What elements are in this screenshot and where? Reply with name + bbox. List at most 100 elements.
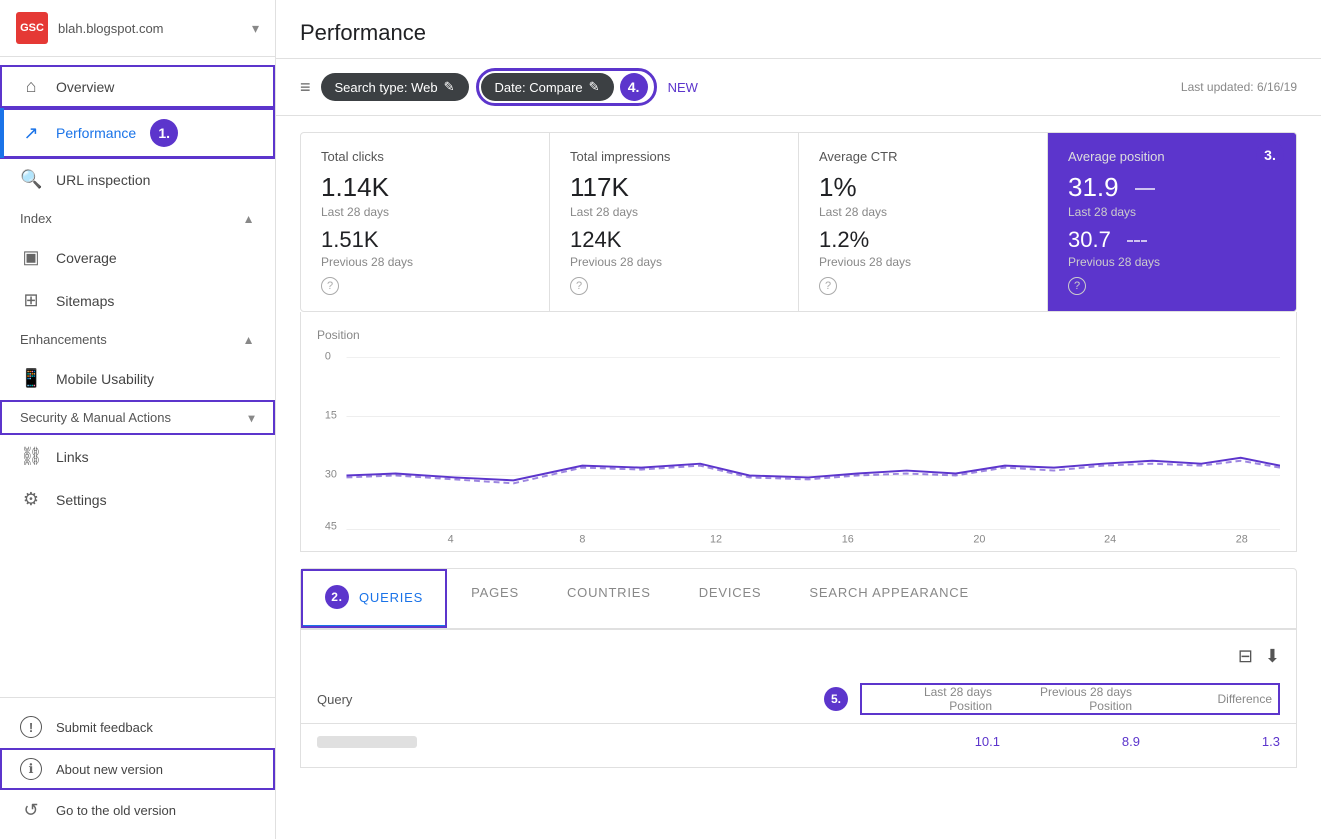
sidebar-item-label: Overview bbox=[56, 79, 114, 95]
sidebar-item-url-inspection[interactable]: 🔍 URL inspection bbox=[0, 158, 275, 201]
metric-total-clicks[interactable]: Total clicks 1.14K Last 28 days 1.51K Pr… bbox=[301, 133, 550, 311]
old-version-icon: ↺ bbox=[20, 800, 42, 821]
sidebar-item-label: Links bbox=[56, 449, 89, 465]
sidebar-item-settings[interactable]: ⚙ Settings bbox=[0, 478, 275, 521]
chart-area: Position 0 15 30 45 4 8 12 16 20 24 28 bbox=[300, 312, 1297, 552]
col-header-diff: Difference bbox=[1140, 690, 1280, 708]
sidebar-item-links[interactable]: ⛓ Links bbox=[0, 435, 275, 478]
question-icon[interactable]: ? bbox=[819, 277, 837, 295]
filter-columns-button[interactable]: ⊟ bbox=[1238, 646, 1253, 667]
prev28-position: 8.9 bbox=[1000, 734, 1140, 749]
metric-label: Total clicks bbox=[321, 149, 529, 164]
metric-compare-value: 1.51K bbox=[321, 227, 529, 253]
sidebar-section-enhancements[interactable]: Enhancements ▲ bbox=[0, 322, 275, 357]
tab-label: QUERIES bbox=[359, 590, 423, 605]
step-badge-5: 5. bbox=[824, 687, 848, 711]
sidebar-item-overview[interactable]: ⌂ Overview bbox=[0, 65, 275, 108]
metric-label: Total impressions bbox=[570, 149, 778, 164]
sidebar-item-sitemaps[interactable]: ⊞ Sitemaps bbox=[0, 279, 275, 322]
sidebar-item-label: About new version bbox=[56, 762, 163, 777]
tab-countries[interactable]: COUNTRIES bbox=[543, 569, 675, 628]
last28-position: 10.1 bbox=[860, 734, 1000, 749]
mobile-icon: 📱 bbox=[20, 368, 42, 389]
query-cell bbox=[317, 736, 860, 748]
new-badge: NEW bbox=[668, 80, 698, 95]
trending-icon: ↗ bbox=[20, 123, 42, 144]
table-header: Query 5. Last 28 days Position Previous … bbox=[301, 675, 1296, 724]
sidebar-item-submit-feedback[interactable]: ! Submit feedback bbox=[0, 706, 275, 748]
sidebar-logo[interactable]: GSC blah.blogspot.com ▾ bbox=[0, 0, 275, 57]
svg-text:15: 15 bbox=[325, 409, 337, 421]
step-badge-3: 3. bbox=[1256, 141, 1284, 169]
sidebar-chevron-icon[interactable]: ▾ bbox=[252, 20, 259, 37]
sidebar-item-coverage[interactable]: ▣ Coverage bbox=[0, 236, 275, 279]
question-icon[interactable]: ? bbox=[321, 277, 339, 295]
sidebar: GSC blah.blogspot.com ▾ ⌂ Overview ↗ Per… bbox=[0, 0, 276, 839]
filter-icon: ≡ bbox=[300, 77, 311, 98]
sidebar-section-index[interactable]: Index ▲ bbox=[0, 201, 275, 236]
metric-value: 31.9 bbox=[1068, 172, 1119, 203]
tab-label: DEVICES bbox=[699, 585, 762, 600]
search-type-button[interactable]: Search type: Web ✎ bbox=[321, 73, 469, 101]
metric-period: Last 28 days bbox=[1068, 205, 1276, 219]
sidebar-item-label: Sitemaps bbox=[56, 293, 114, 309]
difference: 1.3 bbox=[1140, 734, 1280, 749]
metric-average-ctr[interactable]: Average CTR 1% Last 28 days 1.2% Previou… bbox=[799, 133, 1048, 311]
metric-label: Average position bbox=[1068, 149, 1276, 164]
sidebar-item-label: Go to the old version bbox=[56, 803, 176, 818]
sidebar-item-mobile-usability[interactable]: 📱 Mobile Usability bbox=[0, 357, 275, 400]
sidebar-nav: ⌂ Overview ↗ Performance 1. 🔍 URL inspec… bbox=[0, 57, 275, 697]
sidebar-item-label: Mobile Usability bbox=[56, 371, 154, 387]
sidebar-item-label: Submit feedback bbox=[56, 720, 153, 735]
dashed-dash-icon bbox=[1127, 240, 1147, 242]
performance-chart: 0 15 30 45 4 8 12 16 20 24 28 bbox=[317, 346, 1280, 546]
tab-label: PAGES bbox=[471, 585, 519, 600]
main-content: Performance ≡ Search type: Web ✎ Date: C… bbox=[276, 0, 1321, 839]
question-icon[interactable]: ? bbox=[570, 277, 588, 295]
date-compare-label: Date: Compare bbox=[495, 80, 583, 95]
tab-devices[interactable]: DEVICES bbox=[675, 569, 786, 628]
date-compare-wrapper: Date: Compare ✎ 4. bbox=[479, 71, 654, 103]
metric-average-position[interactable]: 3. Average position 31.9 Last 28 days 30… bbox=[1048, 133, 1296, 311]
metric-period: Last 28 days bbox=[321, 205, 529, 219]
tab-search-appearance[interactable]: SEARCH APPEARANCE bbox=[785, 569, 993, 628]
tab-label: COUNTRIES bbox=[567, 585, 651, 600]
sidebar-item-label: Performance bbox=[56, 125, 136, 141]
links-icon: ⛓ bbox=[20, 446, 42, 467]
tabs-section: 2. QUERIES PAGES COUNTRIES DEVICES SEARC… bbox=[300, 568, 1297, 630]
expand-icon: ▾ bbox=[248, 411, 255, 425]
sidebar-item-label: Coverage bbox=[56, 250, 117, 266]
main-header: Performance bbox=[276, 0, 1321, 59]
query-text-placeholder bbox=[317, 736, 417, 748]
svg-text:0: 0 bbox=[325, 351, 331, 363]
svg-text:12: 12 bbox=[710, 533, 722, 545]
toolbar: ≡ Search type: Web ✎ Date: Compare ✎ 4. … bbox=[276, 59, 1321, 116]
metric-total-impressions[interactable]: Total impressions 117K Last 28 days 124K… bbox=[550, 133, 799, 311]
dash-icon bbox=[1135, 188, 1155, 190]
sidebar-bottom: ! Submit feedback ℹ About new version ↺ … bbox=[0, 697, 275, 839]
last-updated: Last updated: 6/16/19 bbox=[1181, 80, 1297, 94]
sidebar-item-label: URL inspection bbox=[56, 172, 150, 188]
logo-icon: GSC bbox=[16, 12, 48, 44]
tab-queries[interactable]: 2. QUERIES bbox=[301, 569, 447, 628]
sidebar-item-performance[interactable]: ↗ Performance 1. bbox=[0, 108, 275, 158]
sidebar-item-about-new-version[interactable]: ℹ About new version bbox=[0, 748, 275, 790]
filter-button[interactable]: ≡ bbox=[300, 77, 311, 98]
page-title: Performance bbox=[300, 20, 426, 46]
date-compare-button[interactable]: Date: Compare ✎ bbox=[481, 73, 614, 101]
sidebar-section-security[interactable]: Security & Manual Actions ▾ bbox=[0, 400, 275, 435]
step-badge-1: 1. bbox=[150, 119, 178, 147]
tab-pages[interactable]: PAGES bbox=[447, 569, 543, 628]
download-button[interactable]: ⬇ bbox=[1265, 646, 1280, 667]
table-area: ⊟ ⬇ Query 5. Last 28 days Position Previ… bbox=[300, 630, 1297, 768]
metric-compare-value: 124K bbox=[570, 227, 778, 253]
svg-text:20: 20 bbox=[973, 533, 985, 545]
tabs-row: 2. QUERIES PAGES COUNTRIES DEVICES SEARC… bbox=[301, 569, 1296, 629]
question-icon[interactable]: ? bbox=[1068, 277, 1086, 295]
svg-text:16: 16 bbox=[842, 533, 854, 545]
sidebar-item-go-to-old-version[interactable]: ↺ Go to the old version bbox=[0, 790, 275, 831]
table-col-highlighted: 5. Last 28 days Position Previous 28 day… bbox=[860, 683, 1280, 715]
svg-text:4: 4 bbox=[448, 533, 454, 545]
home-icon: ⌂ bbox=[20, 76, 42, 97]
filter-columns-icon: ⊟ bbox=[1238, 646, 1253, 666]
